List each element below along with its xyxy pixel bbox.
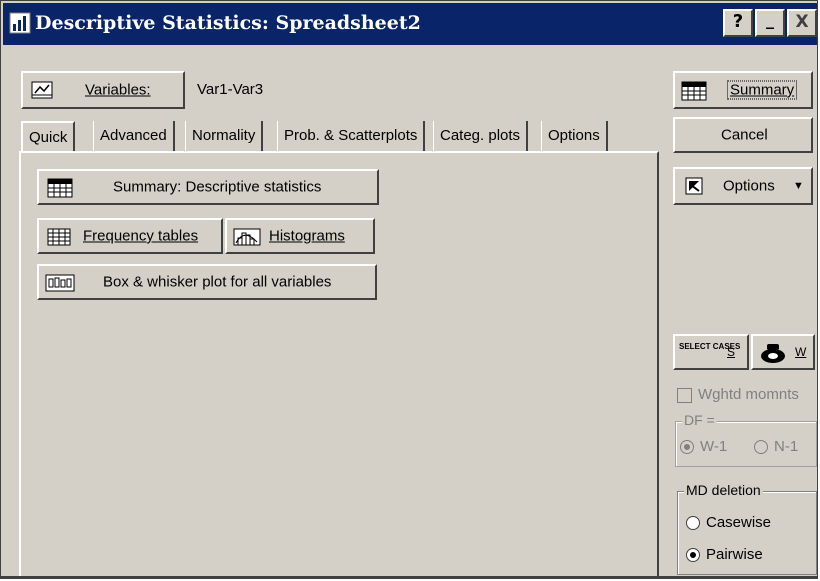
weighted-moments-checkbox[interactable]: Wghtd momnts [677, 386, 799, 403]
histogram-icon [233, 228, 261, 246]
box-whisker-label: Box & whisker plot for all variables [103, 273, 332, 291]
tab-quick[interactable]: Quick [21, 121, 76, 153]
summary-descriptive-button[interactable]: Summary: Descriptive statistics [37, 169, 379, 205]
window-title: Descriptive Statistics: Spreadsheet2 [35, 12, 421, 34]
options-label: Options [723, 177, 775, 195]
md-deletion-label: MD deletion [684, 482, 763, 498]
title-bar[interactable]: Descriptive Statistics: Spreadsheet2 ? _… [3, 3, 817, 45]
variables-button[interactable]: Variables: [21, 71, 185, 109]
quick-tab-panel [19, 151, 659, 578]
close-button[interactable]: X [787, 9, 817, 37]
md-deletion-group: MD deletion Casewise Pairwise [677, 482, 817, 575]
tab-normality[interactable]: Normality [185, 121, 264, 151]
weight-w-label: W [795, 345, 807, 359]
dialog-bottom-edge [1, 576, 817, 578]
radio-dot [686, 516, 700, 531]
radio-dot [680, 440, 694, 455]
select-s-label: S [727, 345, 736, 359]
cancel-button[interactable]: Cancel [673, 117, 813, 153]
df-group-label: DF = [682, 412, 717, 428]
close-icon: X [795, 12, 809, 32]
weight-icon [761, 344, 785, 363]
summary-table-icon [47, 178, 73, 198]
casewise-radio[interactable]: Casewise [686, 514, 771, 531]
checkbox-box [677, 387, 692, 403]
chevron-down-icon: ▼ [793, 180, 804, 192]
minimize-icon: _ [766, 10, 774, 29]
summary-icon [681, 81, 707, 101]
options-button[interactable]: Options ▼ [673, 167, 813, 205]
summary-button[interactable]: Summary [673, 71, 813, 109]
radio-dot [754, 440, 768, 455]
frequency-tables-label: Frequency tables [83, 227, 199, 245]
options-icon [685, 177, 703, 195]
box-whisker-icon [45, 274, 75, 292]
weighted-moments-label: Wghtd momnts [698, 386, 799, 403]
variables-label: Variables: [85, 81, 151, 99]
tab-categ-plots[interactable]: Categ. plots [433, 121, 529, 151]
df-w1-radio[interactable]: W-1 [680, 438, 727, 455]
weight-button[interactable]: W [751, 334, 815, 370]
statistics-app-icon [9, 12, 31, 34]
tab-options[interactable]: Options [541, 121, 608, 151]
help-button[interactable]: ? [723, 9, 753, 37]
help-icon: ? [732, 11, 744, 32]
summary-label: Summary [727, 80, 798, 100]
casewise-label: Casewise [706, 514, 772, 531]
pairwise-radio[interactable]: Pairwise [686, 546, 763, 563]
frequency-tables-button[interactable]: Frequency tables [37, 218, 223, 254]
pairwise-label: Pairwise [706, 546, 763, 563]
minimize-button[interactable]: _ [755, 9, 785, 37]
tab-advanced[interactable]: Advanced [93, 121, 175, 151]
tab-prob-scatterplots[interactable]: Prob. & Scatterplots [277, 121, 426, 151]
descriptive-statistics-dialog: Descriptive Statistics: Spreadsheet2 ? _… [0, 0, 818, 579]
histograms-label: Histograms [269, 227, 345, 245]
cancel-label: Cancel [721, 126, 768, 144]
summary-descriptive-label: Summary: Descriptive statistics [113, 178, 322, 196]
frequency-table-icon [47, 228, 71, 246]
df-w1-label: W-1 [700, 438, 728, 455]
df-n1-label: N-1 [774, 438, 799, 455]
variables-value: Var1-Var3 [197, 81, 264, 98]
df-n1-radio[interactable]: N-1 [754, 438, 798, 455]
radio-dot [686, 548, 700, 563]
histograms-button[interactable]: Histograms [225, 218, 375, 254]
box-whisker-button[interactable]: Box & whisker plot for all variables [37, 264, 377, 300]
variables-icon [31, 81, 53, 99]
select-cases-button[interactable]: SELECT CASES S [673, 334, 749, 370]
df-group: DF = W-1 N-1 [675, 412, 817, 467]
select-cases-label: SELECT CASES [679, 342, 741, 351]
